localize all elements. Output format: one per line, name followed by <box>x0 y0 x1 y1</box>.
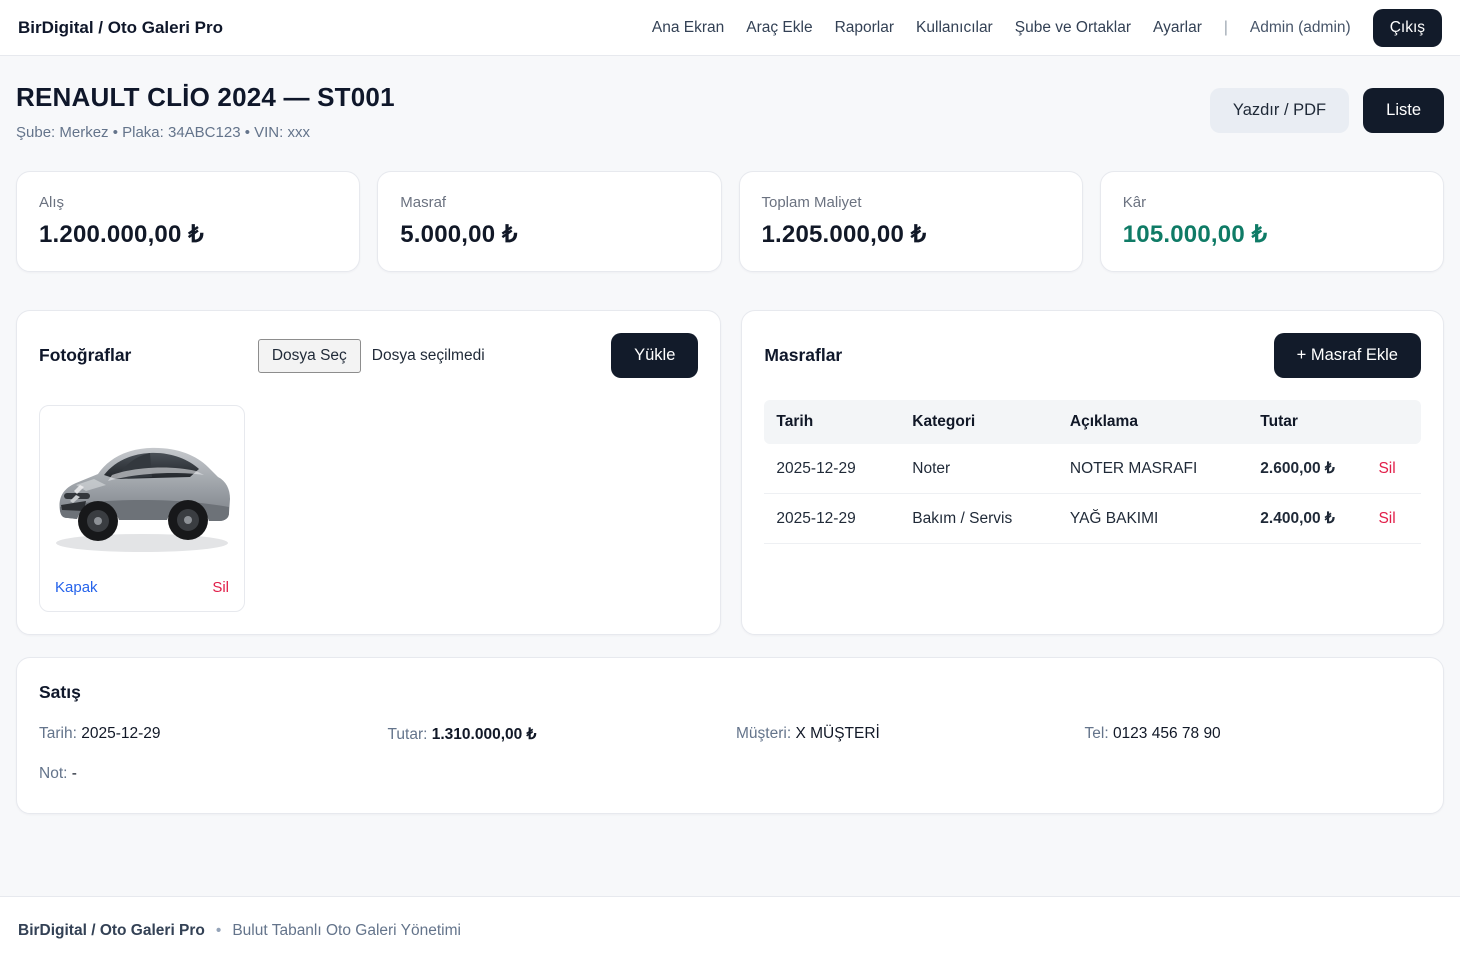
stat-label: Toplam Maliyet <box>762 194 1060 211</box>
col-header-action <box>1368 400 1421 444</box>
file-status-text: Dosya seçilmedi <box>372 347 485 365</box>
main-nav: Ana Ekran Araç Ekle Raporlar Kullanıcıla… <box>652 9 1442 47</box>
expenses-panel: Masraflar + Masraf Ekle Tarih Kategori A… <box>741 310 1444 635</box>
nav-item-raporlar[interactable]: Raporlar <box>835 19 894 37</box>
photos-panel-head: Fotoğraflar Dosya Seç Dosya seçilmedi Yü… <box>39 333 698 378</box>
stat-label: Masraf <box>400 194 698 211</box>
back-to-list-button[interactable]: Liste <box>1363 88 1444 133</box>
stat-label: Kâr <box>1123 194 1421 211</box>
photos-panel: Fotoğraflar Dosya Seç Dosya seçilmedi Yü… <box>16 310 721 635</box>
photos-title: Fotoğraflar <box>39 345 131 366</box>
print-pdf-button[interactable]: Yazdır / PDF <box>1210 88 1349 133</box>
delete-expense-link[interactable]: Sil <box>1378 460 1395 477</box>
stat-card-profit: Kâr 105.000,00 ₺ <box>1100 171 1444 272</box>
choose-file-button[interactable]: Dosya Seç <box>258 339 361 373</box>
col-header-description: Açıklama <box>1060 400 1250 444</box>
field-value: 1.310.000,00 ₺ <box>432 726 537 743</box>
stat-value: 1.205.000,00 ₺ <box>762 220 1060 249</box>
sale-field-date: Tarih: 2025-12-29 <box>39 725 376 744</box>
stat-cards: Alış 1.200.000,00 ₺ Masraf 5.000,00 ₺ To… <box>16 171 1444 272</box>
footer-separator: • <box>216 922 221 940</box>
nav-item-sube-ortaklar[interactable]: Şube ve Ortaklar <box>1015 19 1131 37</box>
stat-card-purchase: Alış 1.200.000,00 ₺ <box>16 171 360 272</box>
photo-thumbnail-card: Kapak Sil <box>39 405 245 612</box>
nav-item-arac-ekle[interactable]: Araç Ekle <box>746 19 812 37</box>
main-content: RENAULT CLİO 2024 — ST001 Şube: Merkez •… <box>0 56 1460 814</box>
top-bar: BirDigital / Oto Galeri Pro Ana Ekran Ar… <box>0 0 1460 56</box>
delete-expense-link[interactable]: Sil <box>1378 510 1395 527</box>
photo-file-input[interactable]: Dosya Seç Dosya seçilmedi <box>258 339 485 373</box>
expenses-table: Tarih Kategori Açıklama Tutar 2025-12-29… <box>764 400 1421 544</box>
footer-tagline: Bulut Tabanlı Oto Galeri Yönetimi <box>232 922 461 940</box>
field-value: 0123 456 78 90 <box>1113 725 1221 742</box>
expense-category: Noter <box>902 444 1060 494</box>
stat-card-expense: Masraf 5.000,00 ₺ <box>377 171 721 272</box>
current-user-label: Admin (admin) <box>1250 19 1351 37</box>
field-label: Tel: <box>1085 725 1109 742</box>
field-label: Müşteri: <box>736 725 791 742</box>
expense-row: 2025-12-29 Noter NOTER MASRAFI 2.600,00 … <box>764 444 1421 494</box>
stat-card-total-cost: Toplam Maliyet 1.205.000,00 ₺ <box>739 171 1083 272</box>
stat-value-profit: 105.000,00 ₺ <box>1123 220 1421 249</box>
page-title: RENAULT CLİO 2024 — ST001 <box>16 82 395 113</box>
col-header-category: Kategori <box>902 400 1060 444</box>
expenses-table-header: Tarih Kategori Açıklama Tutar <box>764 400 1421 444</box>
sale-field-amount: Tutar: 1.310.000,00 ₺ <box>388 725 725 744</box>
expenses-title: Masraflar <box>764 345 842 366</box>
set-cover-link[interactable]: Kapak <box>55 579 98 596</box>
logout-button[interactable]: Çıkış <box>1373 9 1442 47</box>
expenses-panel-head: Masraflar + Masraf Ekle <box>764 333 1421 378</box>
app-brand: BirDigital / Oto Galeri Pro <box>18 18 223 38</box>
page-actions: Yazdır / PDF Liste <box>1210 88 1444 133</box>
delete-photo-link[interactable]: Sil <box>212 579 229 596</box>
nav-item-ana-ekran[interactable]: Ana Ekran <box>652 19 724 37</box>
field-label: Tarih: <box>39 725 77 742</box>
field-label: Tutar: <box>388 726 428 743</box>
expense-date: 2025-12-29 <box>764 444 902 494</box>
car-photo <box>40 406 244 566</box>
note-value: - <box>72 765 77 782</box>
expense-row: 2025-12-29 Bakım / Servis YAĞ BAKIMI 2.4… <box>764 494 1421 544</box>
expense-amount: 2.600,00 ₺ <box>1250 444 1368 494</box>
sale-title: Satış <box>39 682 1421 703</box>
nav-item-ayarlar[interactable]: Ayarlar <box>1153 19 1202 37</box>
expense-amount: 2.400,00 ₺ <box>1250 494 1368 544</box>
expense-description: NOTER MASRAFI <box>1060 444 1250 494</box>
car-illustration-svg <box>46 415 238 563</box>
nav-item-kullanicilar[interactable]: Kullanıcılar <box>916 19 993 37</box>
stat-value: 1.200.000,00 ₺ <box>39 220 337 249</box>
sale-field-phone: Tel: 0123 456 78 90 <box>1085 725 1422 744</box>
field-value: 2025-12-29 <box>81 725 160 742</box>
nav-separator: | <box>1224 19 1228 37</box>
sale-note: Not: - <box>39 765 1421 783</box>
sale-fields: Tarih: 2025-12-29 Tutar: 1.310.000,00 ₺ … <box>39 725 1421 744</box>
footer-brand: BirDigital / Oto Galeri Pro <box>18 922 205 940</box>
middle-section: Fotoğraflar Dosya Seç Dosya seçilmedi Yü… <box>16 310 1444 635</box>
photo-actions: Kapak Sil <box>40 566 244 611</box>
expense-date: 2025-12-29 <box>764 494 902 544</box>
page-header-text: RENAULT CLİO 2024 — ST001 Şube: Merkez •… <box>16 82 395 141</box>
page-header: RENAULT CLİO 2024 — ST001 Şube: Merkez •… <box>16 82 1444 141</box>
expense-description: YAĞ BAKIMI <box>1060 494 1250 544</box>
stat-value: 5.000,00 ₺ <box>400 220 698 249</box>
vehicle-meta: Şube: Merkez • Plaka: 34ABC123 • VIN: xx… <box>16 124 395 141</box>
sale-panel: Satış Tarih: 2025-12-29 Tutar: 1.310.000… <box>16 657 1444 814</box>
add-expense-button[interactable]: + Masraf Ekle <box>1274 333 1421 378</box>
upload-button[interactable]: Yükle <box>611 333 698 378</box>
note-label: Not: <box>39 765 67 782</box>
expense-category: Bakım / Servis <box>902 494 1060 544</box>
field-value: X MÜŞTERİ <box>795 725 879 742</box>
sale-field-customer: Müşteri: X MÜŞTERİ <box>736 725 1073 744</box>
col-header-date: Tarih <box>764 400 902 444</box>
stat-label: Alış <box>39 194 337 211</box>
col-header-amount: Tutar <box>1250 400 1368 444</box>
